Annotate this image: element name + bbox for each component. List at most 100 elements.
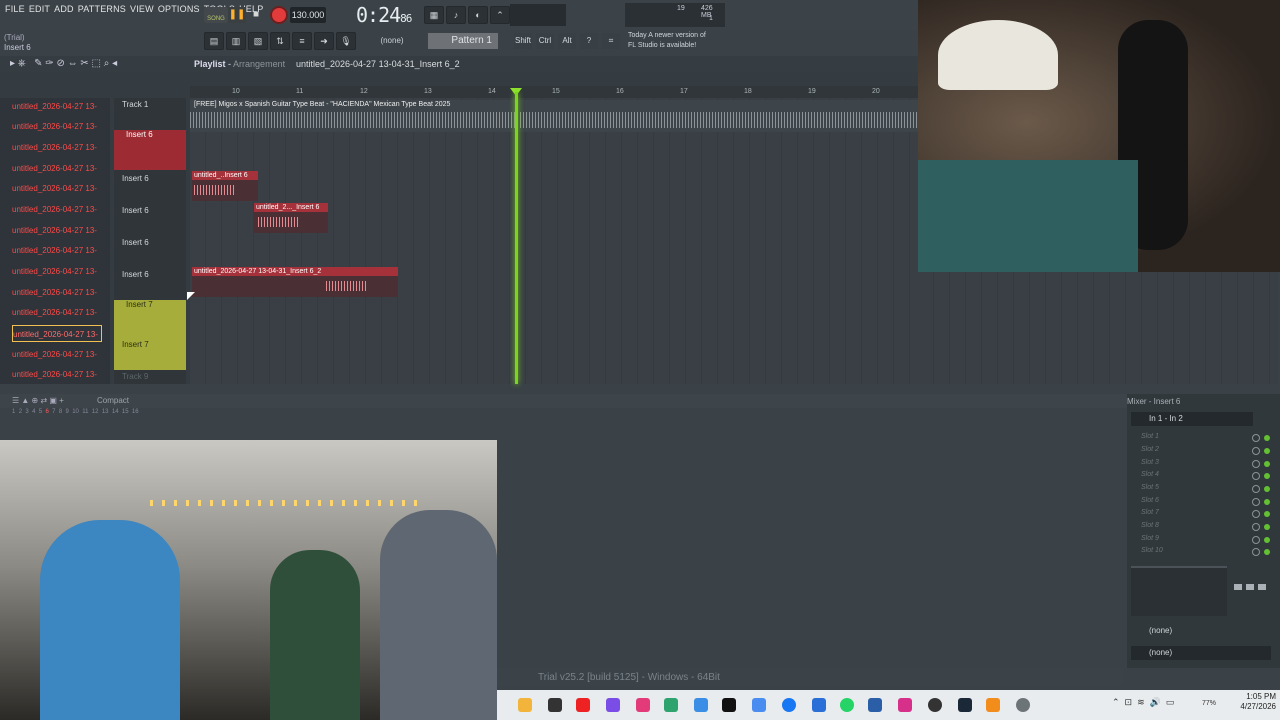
step[interactable]: 9 — [66, 409, 69, 415]
slot-enable-led[interactable] — [1264, 524, 1270, 530]
picker-item[interactable]: untitled_2026-04-27 13- — [12, 139, 102, 156]
step[interactable]: 10 — [72, 409, 79, 415]
slot-mix-knob[interactable] — [1252, 536, 1260, 544]
track-header-insert7[interactable]: Insert 7 — [114, 340, 186, 370]
compact-label[interactable]: Compact — [97, 396, 129, 405]
help-icon[interactable]: ? — [580, 33, 598, 49]
track-header-9[interactable]: Track 9 — [114, 372, 186, 384]
slot-enable-led[interactable] — [1264, 511, 1270, 517]
mixer-slot[interactable]: Slot 10 — [1141, 547, 1163, 554]
step[interactable]: 3 — [25, 409, 28, 415]
mixer-slot[interactable]: Slot 2 — [1141, 446, 1159, 453]
channel-rack-icon[interactable]: ▤ — [204, 32, 224, 50]
playlist-tool-icons[interactable]: ▸ ⎈ ✎ ✑ ⊘ ⇔ ✂ ⬚ ⌕ ◂ — [10, 58, 117, 69]
track-header-insert6[interactable]: Insert 6 — [114, 270, 186, 302]
arrangement-grid-extension[interactable] — [918, 272, 1278, 384]
calculator-icon[interactable] — [868, 698, 882, 712]
slot-enable-led[interactable] — [1264, 499, 1270, 505]
track-header-1[interactable]: Track 1 — [114, 100, 186, 130]
step[interactable]: 16 — [132, 409, 139, 415]
system-clock[interactable]: 1:05 PM 4/27/2026 — [1232, 692, 1276, 712]
tiktok-studio-icon[interactable] — [636, 698, 650, 712]
record-button[interactable] — [270, 6, 288, 24]
alt-key[interactable]: Alt — [558, 33, 576, 49]
playhead[interactable] — [515, 92, 518, 384]
settings-icon[interactable] — [1016, 698, 1030, 712]
twitch-icon[interactable] — [606, 698, 620, 712]
fader-handle[interactable] — [1246, 584, 1254, 590]
store-icon[interactable] — [694, 698, 708, 712]
picker-item[interactable]: untitled_2026-04-27 13- — [12, 180, 102, 197]
piano-roll-icon[interactable]: ▥ — [226, 32, 246, 50]
track-header-insert6[interactable]: Insert 6 — [114, 238, 186, 270]
menu-view[interactable]: VIEW — [130, 4, 154, 14]
picker-item[interactable]: untitled_2026-04-27 13- — [12, 160, 102, 177]
steam-icon[interactable] — [958, 698, 972, 712]
mixer-slot[interactable]: Slot 9 — [1141, 535, 1159, 542]
countdown-icon[interactable]: ⌃ — [490, 6, 510, 24]
audio-clip[interactable]: untitled_2026-04-27 13-04-31_Insert 6_2 — [192, 267, 398, 297]
picker-item[interactable]: untitled_2026-04-27 13- — [12, 242, 102, 259]
browser-icon[interactable]: ≡ — [292, 32, 312, 50]
picker-item[interactable]: untitled_2026-04-27 13- — [12, 98, 102, 115]
song-mode-toggle[interactable]: SONG — [204, 7, 228, 23]
fader-handle[interactable] — [1234, 584, 1242, 590]
picker-item[interactable]: untitled_2026-04-27 13- — [12, 201, 102, 218]
app-icon[interactable] — [664, 698, 678, 712]
mixer-slot[interactable]: Slot 6 — [1141, 497, 1159, 504]
browser-app-icon[interactable] — [752, 698, 766, 712]
picker-item[interactable]: untitled_2026-04-27 13- — [12, 222, 102, 239]
step[interactable]: 13 — [102, 409, 109, 415]
fader-handle[interactable] — [1258, 584, 1266, 590]
typing-keyboard-icon[interactable]: ▦ — [424, 6, 444, 24]
mixer-output-select[interactable]: (none) — [1131, 624, 1271, 638]
audio-clip[interactable]: untitled_..Insert 6 — [192, 171, 258, 201]
step[interactable]: 8 — [59, 409, 62, 415]
slot-enable-led[interactable] — [1264, 549, 1270, 555]
picker-item[interactable]: untitled_2026-04-27 13- — [12, 366, 102, 383]
menu-patterns[interactable]: PATTERNS — [78, 4, 126, 14]
youtube-icon[interactable] — [576, 698, 590, 712]
track-header-insert6[interactable]: Insert 6 — [114, 174, 186, 206]
mixer-slot[interactable]: Slot 8 — [1141, 522, 1159, 529]
mixer-slot[interactable]: Slot 3 — [1141, 459, 1159, 466]
mixer-faders[interactable] — [1232, 570, 1272, 620]
cut-icon[interactable]: ⌗ — [602, 33, 620, 49]
outlook-icon[interactable] — [812, 698, 826, 712]
mixer-slot[interactable]: Slot 7 — [1141, 509, 1159, 516]
slot-enable-led[interactable] — [1264, 435, 1270, 441]
github-icon[interactable] — [548, 698, 562, 712]
menu-options[interactable]: OPTIONS — [158, 4, 200, 14]
step[interactable]: 15 — [122, 409, 129, 415]
menu-edit[interactable]: EDIT — [29, 4, 50, 14]
arrangement-grid[interactable] — [190, 98, 918, 384]
slot-mix-knob[interactable] — [1252, 434, 1260, 442]
picker-item[interactable]: untitled_2026-04-27 13- — [12, 284, 102, 301]
metronome-icon[interactable]: ♪ — [446, 6, 466, 24]
step[interactable]: 12 — [92, 409, 99, 415]
picker-item[interactable]: untitled_2026-04-27 13- — [12, 304, 102, 321]
step[interactable]: 5 — [39, 409, 42, 415]
slot-mix-knob[interactable] — [1252, 485, 1260, 493]
instagram-icon[interactable] — [898, 698, 912, 712]
slot-mix-knob[interactable] — [1252, 523, 1260, 531]
audio-clip-beat[interactable]: [FREE] Migos x Spanish Guitar Type Beat … — [190, 100, 918, 132]
mixer-output-select-2[interactable]: (none) — [1131, 646, 1271, 660]
mixer-slot[interactable]: Slot 4 — [1141, 471, 1159, 478]
audio-clip[interactable]: untitled_2..._Insert 6 — [254, 203, 328, 233]
slot-enable-led[interactable] — [1264, 486, 1270, 492]
tiktok-icon[interactable] — [722, 698, 736, 712]
slot-mix-knob[interactable] — [1252, 498, 1260, 506]
slot-enable-led[interactable] — [1264, 448, 1270, 454]
step[interactable]: 2 — [19, 409, 22, 415]
whatsapp-icon[interactable] — [840, 698, 854, 712]
play-button[interactable]: ❚❚ — [228, 7, 246, 23]
slot-mix-knob[interactable] — [1252, 510, 1260, 518]
picker-item[interactable]: untitled_2026-04-27 13- — [12, 118, 102, 135]
channel-rack-icons[interactable]: ☰ ▲ ⊕ ⇄ ▣ + — [12, 396, 64, 405]
slot-mix-knob[interactable] — [1252, 447, 1260, 455]
mixer-slot[interactable]: Slot 5 — [1141, 484, 1159, 491]
slot-mix-knob[interactable] — [1252, 460, 1260, 468]
mixer-input-select[interactable]: In 1 - In 2 — [1131, 412, 1253, 426]
playlist-icon[interactable]: ▧ — [248, 32, 268, 50]
